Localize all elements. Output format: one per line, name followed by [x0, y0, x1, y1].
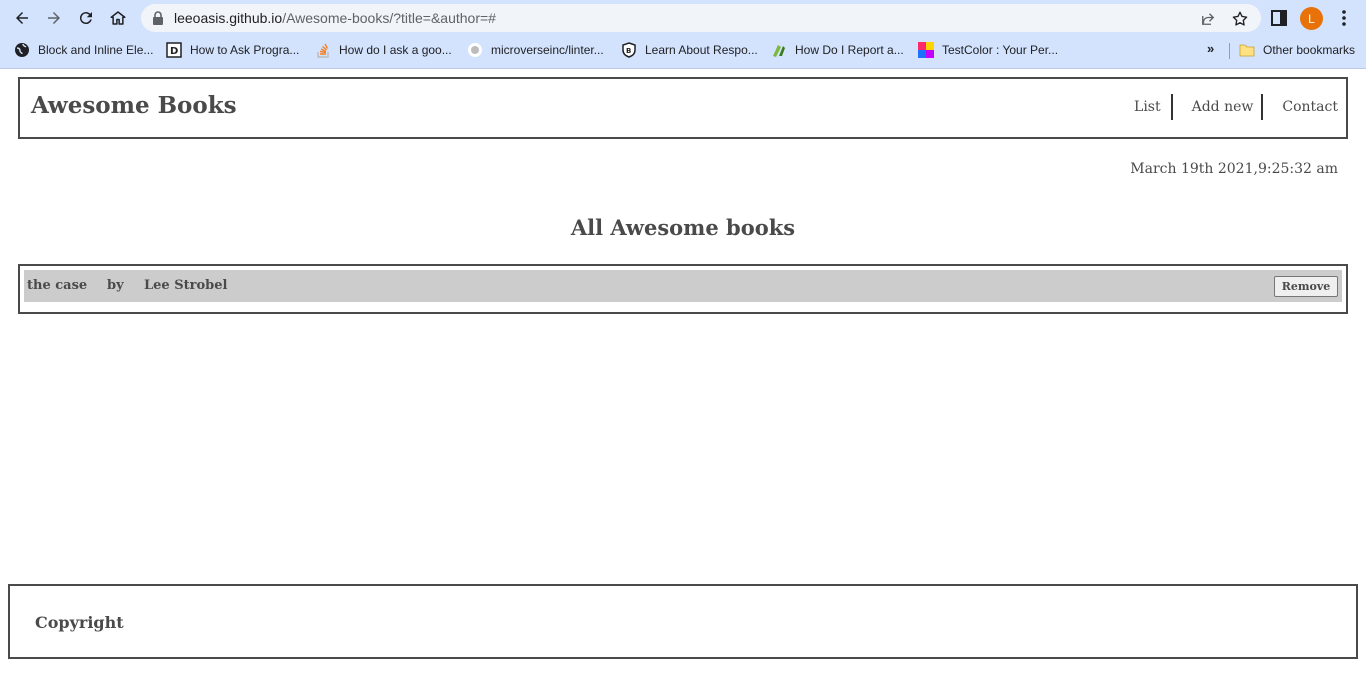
nav-link-add-new[interactable]: Add new: [1173, 99, 1262, 115]
dev-icon: D: [166, 42, 182, 58]
book-list: the case by Lee Strobel Remove: [18, 264, 1348, 314]
site-footer: Copyright: [8, 584, 1358, 659]
kebab-menu-icon: [1342, 10, 1346, 26]
bookmark-item[interactable]: Block and Inline Ele...: [14, 41, 153, 59]
nav-link-contact[interactable]: Contact: [1263, 99, 1338, 115]
more-bookmarks-button[interactable]: »: [1207, 41, 1214, 56]
profile-avatar[interactable]: L: [1300, 7, 1323, 30]
browser-chrome: leeoasis.github.io/Awesome-books/?title=…: [0, 0, 1366, 69]
main-nav: List Add new Contact: [1134, 94, 1338, 120]
other-bookmarks[interactable]: Other bookmarks: [1239, 41, 1355, 59]
globe-icon: [14, 42, 30, 58]
bookmark-item[interactable]: TestColor : Your Per...: [918, 41, 1058, 59]
book-by-label: by: [107, 278, 124, 293]
reload-icon: [79, 12, 92, 25]
book-title: the case: [27, 278, 88, 293]
star-icon[interactable]: [1231, 10, 1249, 28]
bookmark-item[interactable]: D How to Ask Progra...: [166, 41, 299, 59]
folder-icon: [1239, 42, 1255, 58]
home-icon: [110, 11, 126, 25]
svg-text:D: D: [170, 46, 178, 57]
site-logo: Awesome Books: [31, 92, 237, 119]
current-datetime: March 19th 2021,9:25:32 am: [1130, 161, 1338, 177]
browser-toolbar: leeoasis.github.io/Awesome-books/?title=…: [0, 0, 1366, 36]
book-row: the case by Lee Strobel Remove: [24, 270, 1342, 302]
arrow-left-icon: [16, 12, 28, 24]
page-title: All Awesome books: [570, 215, 796, 240]
url-text: leeoasis.github.io/Awesome-books/?title=…: [174, 10, 496, 26]
color-grid-icon: [918, 42, 934, 58]
reload-button[interactable]: [74, 6, 98, 30]
shield-icon: B: [621, 42, 637, 58]
share-icon[interactable]: [1199, 10, 1217, 28]
stackoverflow-icon: [315, 42, 331, 58]
remove-book-button[interactable]: Remove: [1274, 276, 1338, 297]
bookmark-item[interactable]: How do I ask a goo...: [315, 41, 452, 59]
home-button[interactable]: [106, 6, 130, 30]
lock-icon: [153, 11, 163, 25]
bookmarks-divider: [1229, 43, 1230, 59]
forward-button[interactable]: [42, 6, 66, 30]
address-bar[interactable]: leeoasis.github.io/Awesome-books/?title=…: [141, 4, 1261, 32]
bookmark-item[interactable]: microverseinc/linter...: [467, 41, 604, 59]
browser-menu-button[interactable]: [1333, 7, 1355, 29]
arrow-right-icon: [48, 12, 60, 24]
svg-text:B: B: [626, 47, 631, 55]
github-icon: [467, 42, 483, 58]
leaf-icon: [771, 42, 787, 58]
back-button[interactable]: [10, 6, 34, 30]
copyright-text: Copyright: [35, 613, 124, 632]
bookmark-item[interactable]: B Learn About Respo...: [621, 41, 758, 59]
site-header: Awesome Books List Add new Contact: [18, 77, 1348, 139]
book-author: Lee Strobel: [144, 278, 228, 293]
side-panel-button[interactable]: [1268, 7, 1290, 29]
bookmarks-bar: Block and Inline Ele... D How to Ask Pro…: [0, 37, 1366, 63]
bookmark-item[interactable]: How Do I Report a...: [771, 41, 904, 59]
side-panel-icon: [1271, 10, 1287, 26]
web-page: Awesome Books List Add new Contact March…: [0, 69, 1366, 684]
nav-link-list[interactable]: List: [1134, 99, 1171, 115]
